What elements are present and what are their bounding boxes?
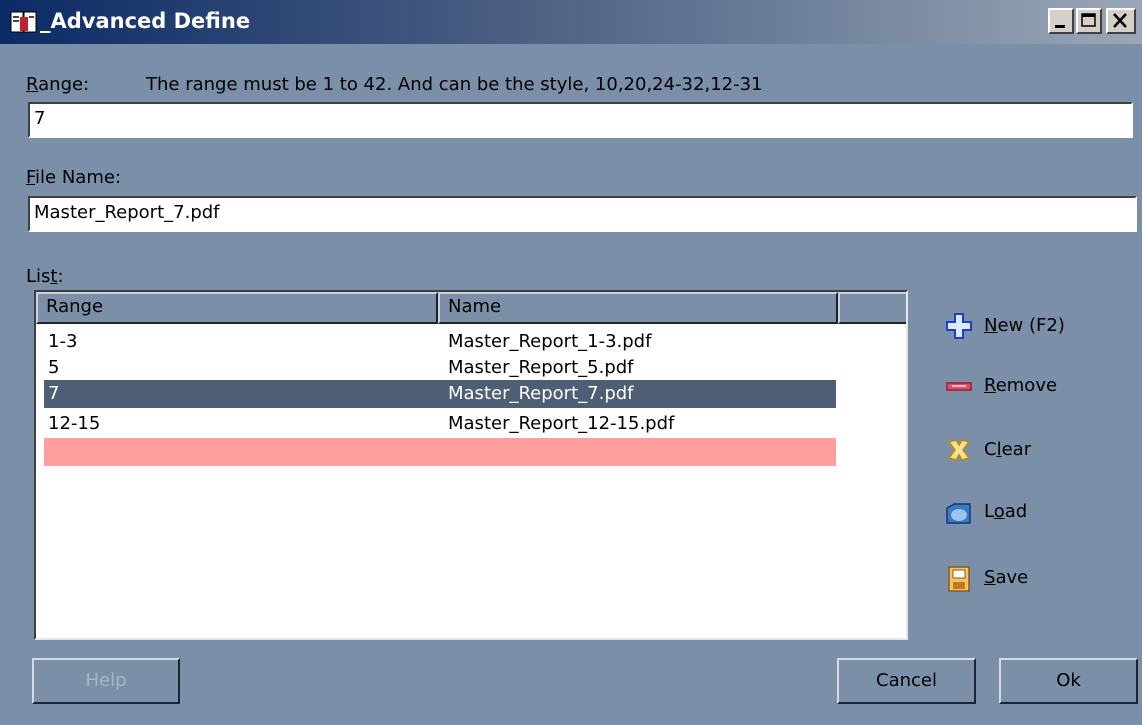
- row-name: Master_Report_1-3.pdf: [448, 331, 652, 352]
- load-icon: [946, 503, 971, 524]
- list-label: List:: [26, 266, 64, 287]
- minimize-button[interactable]: [1048, 8, 1074, 34]
- file-name-input[interactable]: Master_Report_7.pdf: [28, 196, 1137, 232]
- title-bar[interactable]: _Advanced Define: [0, 0, 1142, 44]
- list-row[interactable]: 1-3 Master_Report_1-3.pdf: [44, 328, 836, 356]
- list-row[interactable]: 5 Master_Report_5.pdf: [44, 354, 836, 382]
- range-label: Range:: [26, 74, 90, 95]
- range-hint: The range must be 1 to 42. And can be th…: [146, 74, 763, 95]
- remove-icon: [946, 382, 972, 391]
- new-button[interactable]: New (F2): [944, 308, 1065, 344]
- maximize-button[interactable]: [1076, 8, 1102, 34]
- list-row-selected[interactable]: 7 Master_Report_7.pdf: [44, 380, 836, 408]
- help-button[interactable]: Help: [32, 658, 180, 704]
- close-icon: [1113, 13, 1127, 28]
- row-range: 1-3: [48, 331, 78, 352]
- file-name-label: File Name:: [26, 167, 122, 188]
- list-row[interactable]: 12-15 Master_Report_12-15.pdf: [44, 410, 836, 438]
- remove-button[interactable]: Remove: [944, 368, 1064, 404]
- save-icon: [948, 566, 970, 592]
- row-name: Master_Report_12-15.pdf: [448, 413, 675, 434]
- maximize-icon: [1081, 13, 1096, 27]
- advanced-define-dialog: _Advanced Define Range: The range must b…: [0, 0, 1142, 725]
- plus-icon: [946, 313, 972, 339]
- close-button[interactable]: [1106, 8, 1136, 34]
- minimize-icon: [1055, 25, 1065, 28]
- clear-icon: [947, 439, 971, 461]
- row-range: 7: [48, 383, 60, 404]
- book-icon: [10, 9, 38, 35]
- column-header-empty[interactable]: [838, 292, 906, 324]
- range-input[interactable]: 7: [28, 102, 1133, 138]
- ok-button[interactable]: Ok: [999, 658, 1138, 704]
- row-name: Master_Report_5.pdf: [448, 357, 634, 378]
- row-range: 12-15: [48, 413, 101, 434]
- new-entry-row[interactable]: [44, 438, 836, 466]
- column-header-name[interactable]: Name: [438, 292, 838, 324]
- row-name: Master_Report_7.pdf: [448, 383, 634, 404]
- column-header-range[interactable]: Range: [36, 292, 438, 324]
- clear-button[interactable]: Clear: [944, 432, 1064, 468]
- window-title: _Advanced Define: [40, 9, 251, 33]
- cancel-button[interactable]: Cancel: [837, 658, 976, 704]
- load-button[interactable]: Load: [944, 494, 1064, 530]
- row-range: 5: [48, 357, 60, 378]
- save-button[interactable]: Save: [944, 560, 1064, 596]
- file-list[interactable]: Range Name 1-3 Master_Report_1-3.pdf 5 M…: [34, 290, 908, 640]
